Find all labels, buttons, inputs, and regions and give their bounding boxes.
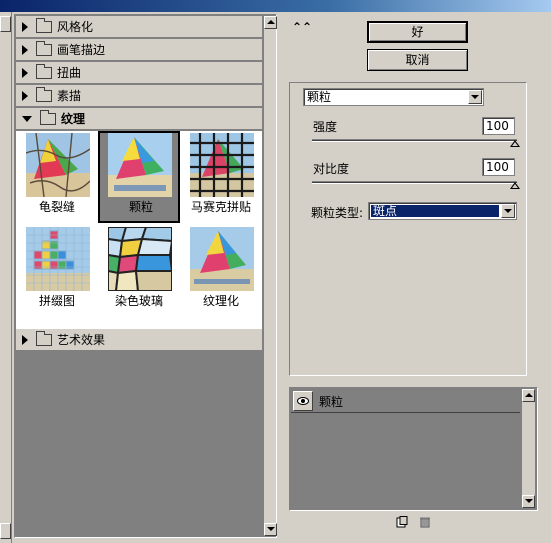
scroll-down-arrow[interactable] xyxy=(0,523,11,539)
collapse-triangle-icon[interactable] xyxy=(22,115,32,122)
intensity-slider-track[interactable] xyxy=(312,139,517,142)
thumb-mosaic-tiles[interactable]: 马赛克拼贴 xyxy=(180,131,262,223)
category-label: 扭曲 xyxy=(57,66,82,80)
filter-list-scrollbar[interactable] xyxy=(263,16,277,536)
category-stylize[interactable]: 风格化 xyxy=(16,16,262,38)
folder-icon xyxy=(36,330,52,346)
category-label: 风格化 xyxy=(57,20,94,34)
folder-open-icon xyxy=(40,109,56,125)
filter-list: 风格化 画笔描边 扭曲 素描 纹理 龟裂缝 颗粒 马赛克拼贴 拼缀图 染色玻璃 … xyxy=(16,16,262,536)
effect-layer-name: 颗粒 xyxy=(319,395,344,409)
contrast-input[interactable]: 100 xyxy=(482,158,515,176)
thumb-patchwork[interactable]: 拼缀图 xyxy=(16,225,98,317)
window-titlebar xyxy=(0,0,551,12)
scroll-up-button[interactable] xyxy=(522,389,535,402)
filter-select[interactable]: 颗粒 xyxy=(303,88,484,106)
contrast-slider-handle[interactable] xyxy=(510,182,520,189)
effect-layers-panel: 颗粒 xyxy=(289,387,538,511)
thumb-stained-glass[interactable]: 染色玻璃 xyxy=(98,225,180,317)
category-label: 素描 xyxy=(57,89,82,103)
scroll-up-arrow[interactable] xyxy=(0,16,11,32)
contrast-slider-track[interactable] xyxy=(312,181,517,184)
category-sketch[interactable]: 素描 xyxy=(16,85,262,107)
thumb-label: 颗粒 xyxy=(128,200,153,214)
scroll-up-button[interactable] xyxy=(264,16,277,29)
grain-type-label: 颗粒类型: xyxy=(311,206,364,220)
intensity-label: 强度 xyxy=(313,120,338,134)
trash-icon[interactable] xyxy=(419,516,431,528)
ok-button[interactable]: 好 xyxy=(367,21,468,43)
thumb-label: 马赛克拼贴 xyxy=(190,200,251,214)
expand-triangle-icon[interactable] xyxy=(22,90,28,101)
category-label: 画笔描边 xyxy=(57,43,106,57)
folder-icon xyxy=(36,63,52,79)
chevron-down-icon[interactable] xyxy=(501,204,515,218)
texturizer-preview-image xyxy=(190,227,254,291)
collapse-gallery-icon[interactable]: ⌃⌃ xyxy=(292,21,312,33)
thumb-label: 拼缀图 xyxy=(38,294,75,308)
grain-type-select[interactable]: 斑点 xyxy=(368,202,517,220)
filter-gallery-tree: 风格化 画笔描边 扭曲 素描 纹理 龟裂缝 颗粒 马赛克拼贴 拼缀图 染色玻璃 … xyxy=(14,14,277,538)
thumbnail-grid: 龟裂缝 颗粒 马赛克拼贴 拼缀图 染色玻璃 纹理化 xyxy=(16,131,262,329)
cancel-button[interactable]: 取消 xyxy=(367,49,468,71)
category-distort[interactable]: 扭曲 xyxy=(16,62,262,84)
folder-icon xyxy=(36,40,52,56)
left-panel-edge xyxy=(0,12,12,543)
intensity-slider-handle[interactable] xyxy=(510,140,520,147)
expand-triangle-icon[interactable] xyxy=(22,21,28,32)
effect-layer-row[interactable]: 颗粒 xyxy=(291,389,520,413)
category-texture[interactable]: 纹理 xyxy=(16,108,262,130)
stained-glass-preview-image xyxy=(108,227,172,291)
scroll-down-button[interactable] xyxy=(522,495,535,508)
mosaic-tiles-preview-image xyxy=(190,133,254,197)
patchwork-preview-image xyxy=(26,227,90,291)
category-brush-strokes[interactable]: 画笔描边 xyxy=(16,39,262,61)
expand-triangle-icon[interactable] xyxy=(22,44,28,55)
thumb-craquelure[interactable]: 龟裂缝 xyxy=(16,131,98,223)
thumb-label: 染色玻璃 xyxy=(114,294,163,308)
grain-type-value: 斑点 xyxy=(371,205,499,217)
expand-triangle-icon[interactable] xyxy=(22,67,28,78)
thumb-texturizer[interactable]: 纹理化 xyxy=(180,225,262,317)
grain-preview-image xyxy=(108,133,172,197)
contrast-label: 对比度 xyxy=(313,162,350,176)
folder-icon xyxy=(36,86,52,102)
folder-icon xyxy=(36,17,52,33)
thumb-label: 纹理化 xyxy=(202,294,239,308)
chevron-down-icon[interactable] xyxy=(468,90,482,104)
category-label: 艺术效果 xyxy=(57,333,106,347)
thumb-label: 龟裂缝 xyxy=(38,200,75,214)
thumb-grain[interactable]: 颗粒 xyxy=(98,131,180,223)
expand-triangle-icon[interactable] xyxy=(22,334,28,345)
category-artistic[interactable]: 艺术效果 xyxy=(16,329,262,351)
intensity-input[interactable]: 100 xyxy=(482,117,515,135)
category-label: 纹理 xyxy=(61,112,86,126)
new-effect-layer-icon[interactable] xyxy=(396,516,408,528)
scroll-down-button[interactable] xyxy=(264,523,277,536)
filter-select-value: 颗粒 xyxy=(307,90,332,104)
effect-layers-scrollbar[interactable] xyxy=(521,389,535,508)
eye-icon[interactable] xyxy=(293,391,313,411)
craquelure-preview-image xyxy=(26,133,90,197)
